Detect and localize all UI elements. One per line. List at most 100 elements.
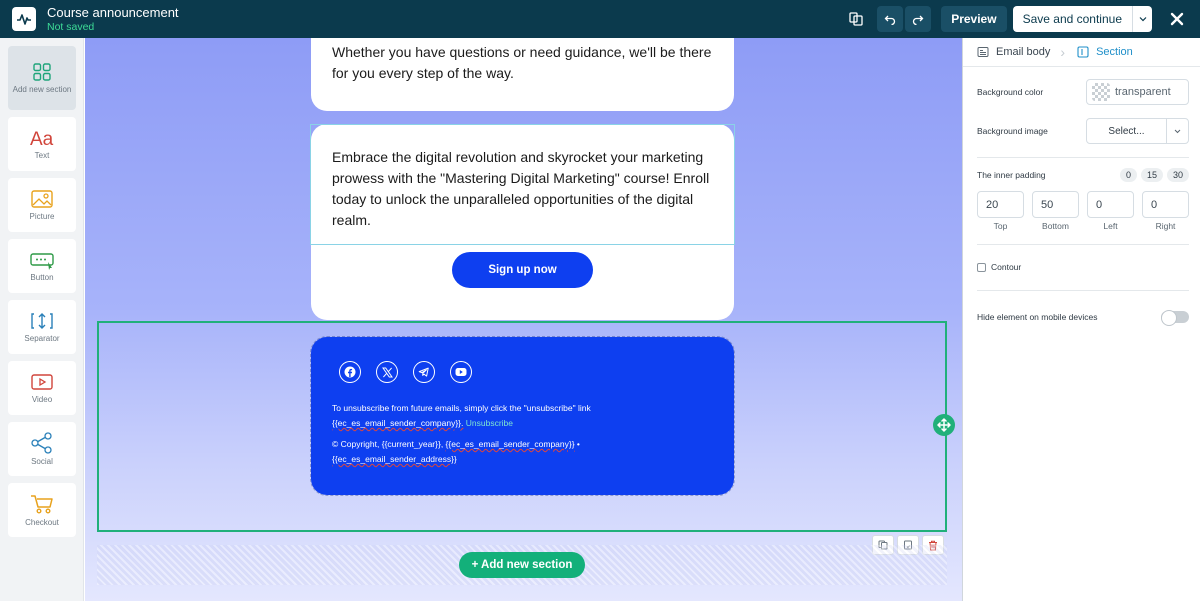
- button-icon: [30, 252, 54, 270]
- background-color-row: Background color transparent: [977, 79, 1189, 105]
- text-selection-outline: [310, 124, 735, 245]
- save-and-continue-button[interactable]: Save and continue: [1013, 6, 1132, 32]
- redo-button[interactable]: [905, 6, 932, 32]
- tool-video[interactable]: Video: [8, 361, 76, 415]
- add-new-section-button[interactable]: + Add new section: [459, 552, 585, 578]
- social-icons: [339, 361, 487, 383]
- hide-mobile-toggle[interactable]: [1161, 310, 1189, 326]
- section-icon: [1077, 46, 1089, 58]
- move-icon: [937, 418, 951, 432]
- padding-top-input[interactable]: 20: [977, 191, 1024, 218]
- tool-label: Social: [31, 456, 53, 466]
- background-color-value: transparent: [1115, 86, 1171, 98]
- padding-bottom-input[interactable]: 50: [1032, 191, 1079, 218]
- chevron-down-icon: [1139, 17, 1146, 22]
- copyright-text: © Copyright, {{current_year}}, {{ec_es_e…: [332, 437, 722, 467]
- background-image-row: Background image Select...: [977, 118, 1189, 144]
- x-twitter-icon[interactable]: [376, 361, 398, 383]
- unsubscribe-sentence: To unsubscribe from future emails, simpl…: [332, 403, 591, 413]
- tool-label: Picture: [29, 211, 55, 221]
- picture-icon: [31, 189, 53, 208]
- svg-text:Aa: Aa: [30, 129, 54, 148]
- padding-preset-15[interactable]: 15: [1140, 168, 1163, 182]
- save-status: Not saved: [47, 20, 95, 33]
- undo-button[interactable]: [877, 6, 904, 32]
- background-color-picker[interactable]: transparent: [1086, 79, 1189, 105]
- copyright-prefix: © Copyright,: [332, 439, 382, 449]
- tool-label: Separator: [24, 333, 60, 343]
- tool-text[interactable]: Aa Text: [8, 117, 76, 171]
- tool-label: Video: [31, 394, 53, 404]
- current-year-merge-tag: {{current_year}}: [381, 439, 441, 449]
- contour-checkbox[interactable]: [977, 262, 986, 272]
- tool-picture[interactable]: Picture: [8, 178, 76, 232]
- padding-top: 20 Top: [977, 191, 1024, 231]
- facebook-icon[interactable]: [339, 361, 361, 383]
- tool-checkout[interactable]: Checkout: [8, 483, 76, 537]
- padding-left-label: Left: [1103, 221, 1118, 231]
- background-color-label: Background color: [977, 87, 1044, 97]
- chevron-down-icon: [1174, 129, 1181, 133]
- redo-icon: [913, 15, 924, 25]
- padding-right-input[interactable]: 0: [1142, 191, 1189, 218]
- transparent-swatch-icon: [1092, 83, 1110, 101]
- padding-left-input[interactable]: 0: [1087, 191, 1134, 218]
- footer-block[interactable]: To unsubscribe from future emails, simpl…: [310, 336, 735, 496]
- tool-social[interactable]: Social: [8, 422, 76, 476]
- background-image-select[interactable]: Select...: [1086, 118, 1189, 144]
- top-bar: Course announcement Not saved Preview Sa…: [0, 0, 1200, 38]
- unsubscribe-text: To unsubscribe from future emails, simpl…: [332, 401, 722, 431]
- tab-section-label: Section: [1096, 46, 1133, 58]
- hide-mobile-row: Hide element on mobile devices: [977, 310, 1189, 326]
- company-merge-tag: {{ec_es_email_sender_company}}: [445, 439, 575, 449]
- padding-preset-0[interactable]: 0: [1119, 168, 1137, 182]
- background-image-label: Background image: [977, 126, 1048, 136]
- close-button[interactable]: [1162, 4, 1192, 34]
- hide-mobile-label: Hide element on mobile devices: [977, 312, 1098, 322]
- video-icon: [31, 373, 53, 390]
- separator-icon: [31, 312, 53, 329]
- tab-email-body[interactable]: Email body: [977, 46, 1050, 58]
- email-canvas[interactable]: Whether you have questions or need guida…: [85, 38, 962, 601]
- breadcrumb: Email body › Section: [963, 38, 1200, 67]
- padding-inputs: 20 Top 50 Bottom 0 Left 0 Right: [977, 191, 1189, 231]
- tool-label: Add new section: [12, 84, 72, 94]
- text-icon: Aa: [30, 129, 54, 148]
- sign-up-button[interactable]: Sign up now: [452, 252, 593, 288]
- share-icon: [31, 431, 52, 454]
- app-logo-icon[interactable]: [12, 7, 36, 31]
- tool-label: Text: [34, 150, 50, 160]
- tool-separator[interactable]: Separator: [8, 300, 76, 354]
- telegram-icon[interactable]: [413, 361, 435, 383]
- support-text[interactable]: Whether you have questions or need guida…: [332, 42, 712, 84]
- unsubscribe-link[interactable]: Unsubscribe: [466, 418, 513, 428]
- text-block-support[interactable]: Whether you have questions or need guida…: [311, 38, 734, 111]
- inner-padding-label: The inner padding: [977, 170, 1046, 180]
- properties-panel: Email body › Section Background color tr…: [962, 38, 1200, 601]
- page-title[interactable]: Course announcement: [47, 6, 179, 19]
- sender-company-merge-tag: {{ec_es_email_sender_company}}.: [332, 418, 464, 428]
- divider: [977, 244, 1189, 245]
- padding-bottom: 50 Bottom: [1032, 191, 1079, 231]
- tool-label: Button: [30, 272, 54, 282]
- tab-email-body-label: Email body: [996, 46, 1051, 58]
- save-options-button[interactable]: [1132, 6, 1152, 32]
- padding-right: 0 Right: [1142, 191, 1189, 231]
- history-group: [877, 6, 933, 32]
- tool-label: Checkout: [25, 517, 59, 527]
- padding-bottom-label: Bottom: [1042, 221, 1069, 231]
- undo-icon: [884, 15, 896, 25]
- move-section-handle[interactable]: [933, 414, 955, 436]
- copy-template-icon: [849, 12, 863, 26]
- grid-icon: [33, 62, 51, 81]
- preview-button[interactable]: Preview: [941, 6, 1007, 32]
- padding-preset-30[interactable]: 30: [1166, 168, 1189, 182]
- tool-add-section[interactable]: Add new section: [8, 46, 76, 110]
- tool-button[interactable]: Button: [8, 239, 76, 293]
- youtube-icon[interactable]: [450, 361, 472, 383]
- padding-presets: 0 15 30: [1116, 168, 1189, 182]
- close-icon: [1170, 12, 1184, 26]
- background-image-dropdown-button[interactable]: [1166, 119, 1188, 143]
- copy-template-button[interactable]: [843, 6, 869, 32]
- tab-section[interactable]: Section: [1077, 46, 1133, 58]
